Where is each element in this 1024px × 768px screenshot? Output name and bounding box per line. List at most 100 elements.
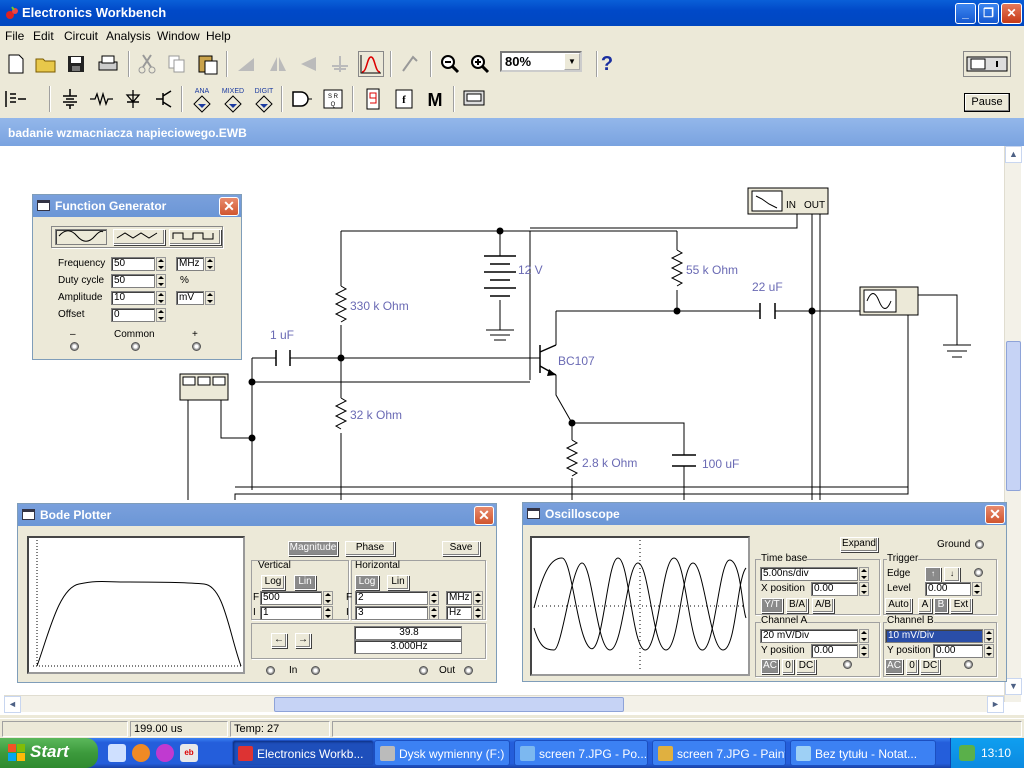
x-position-input[interactable]: 0.00: [811, 582, 858, 596]
analysis-graphs-icon[interactable]: [397, 51, 423, 77]
horizontal-final-input[interactable]: 2: [355, 591, 428, 605]
parts-bin-digital-icon[interactable]: S R Q: [320, 86, 346, 112]
channel-b-terminal[interactable]: [964, 660, 973, 669]
close-icon[interactable]: ✕: [474, 506, 494, 525]
parts-bin-logic-gates-icon[interactable]: [288, 86, 314, 112]
amplitude-unit-input[interactable]: mV: [176, 291, 204, 305]
x-position-stepper[interactable]: [859, 582, 869, 596]
ba-mode-button[interactable]: B/A: [786, 598, 808, 613]
vertical-scroll-thumb[interactable]: [1006, 341, 1021, 491]
channel-a-ypos-stepper[interactable]: [859, 644, 869, 658]
amplitude-input[interactable]: 10: [111, 291, 155, 305]
task-removable-disk[interactable]: Dysk wymienny (F:): [374, 740, 510, 766]
duty-cycle-stepper[interactable]: [156, 274, 166, 288]
sine-wave-button[interactable]: [55, 229, 107, 245]
task-notepad[interactable]: Bez tytułu - Notat...: [790, 740, 936, 766]
bode-plotter-icon[interactable]: IN OUT: [747, 187, 829, 215]
flip-vertical-icon[interactable]: [296, 51, 322, 77]
channel-b-zero-button[interactable]: 0: [906, 659, 918, 674]
trigger-a-button[interactable]: A: [918, 598, 932, 613]
expand-button[interactable]: Expand: [840, 537, 878, 552]
plus-terminal[interactable]: [192, 342, 201, 351]
quicklaunch-media-icon[interactable]: [156, 744, 174, 762]
level-stepper[interactable]: [972, 582, 982, 596]
trigger-ext-button[interactable]: Ext: [950, 598, 972, 613]
falling-edge-button[interactable]: ↓: [944, 567, 960, 582]
horizontal-initial-input[interactable]: 3: [355, 606, 428, 620]
task-paint[interactable]: screen 7.JPG - Paint: [652, 740, 786, 766]
horizontal-final-stepper[interactable]: [429, 591, 439, 605]
app-title-bar[interactable]: Electronics Workbench _ ❐ ✕: [0, 0, 1024, 26]
paste-icon[interactable]: [195, 51, 221, 77]
menu-help[interactable]: Help: [206, 29, 231, 43]
rising-edge-button[interactable]: ↑: [925, 567, 941, 582]
save-icon[interactable]: [63, 51, 89, 77]
cut-icon[interactable]: [134, 51, 160, 77]
yt-mode-button[interactable]: Y/T: [761, 598, 783, 613]
menu-analysis[interactable]: Analysis: [106, 29, 151, 43]
create-subcircuit-icon[interactable]: [358, 51, 384, 77]
save-button[interactable]: Save: [442, 541, 480, 556]
channel-a-ypos-input[interactable]: 0.00: [811, 644, 858, 658]
horizontal-final-unit-stepper[interactable]: [473, 591, 483, 605]
vertical-initial-input[interactable]: 1: [260, 606, 322, 620]
menu-circuit[interactable]: Circuit: [64, 29, 98, 43]
parts-bin-favorites-icon[interactable]: [3, 86, 29, 112]
trigger-b-button[interactable]: B: [934, 598, 948, 613]
close-button[interactable]: ✕: [1001, 3, 1022, 24]
flip-horizontal-icon[interactable]: [265, 51, 291, 77]
function-generator-titlebar[interactable]: Function Generator: [33, 195, 241, 217]
restore-button[interactable]: ❐: [978, 3, 999, 24]
horizontal-lin-button[interactable]: Lin: [387, 575, 409, 590]
function-generator-icon[interactable]: [179, 373, 229, 401]
close-icon[interactable]: ✕: [985, 505, 1005, 524]
frequency-stepper[interactable]: [156, 257, 166, 271]
minus-terminal[interactable]: [70, 342, 79, 351]
channel-b-ypos-stepper[interactable]: [984, 644, 994, 658]
channel-a-ac-button[interactable]: AC: [761, 659, 779, 674]
scroll-up-icon[interactable]: ▲: [1005, 146, 1022, 163]
trigger-terminal[interactable]: [974, 568, 983, 577]
vertical-lin-button[interactable]: Lin: [294, 575, 316, 590]
parts-bin-transistors-icon[interactable]: [151, 86, 177, 112]
channel-a-scale-input[interactable]: 20 mV/Div: [760, 629, 858, 643]
cursor-right-button[interactable]: →: [295, 633, 311, 648]
horizontal-initial-unit[interactable]: Hz: [446, 606, 472, 620]
parts-bin-digital-ics-icon[interactable]: DIGIT: [250, 85, 276, 113]
auto-trigger-button[interactable]: Auto: [885, 598, 912, 613]
rotate-icon[interactable]: [233, 51, 259, 77]
start-button[interactable]: Start: [0, 738, 98, 768]
phase-button[interactable]: Phase: [345, 541, 395, 556]
horizontal-scroll-thumb[interactable]: [274, 697, 624, 712]
parts-bin-instruments-icon[interactable]: [461, 86, 487, 112]
print-icon[interactable]: [95, 51, 121, 77]
oscilloscope-screen[interactable]: [530, 536, 750, 676]
horizontal-initial-unit-stepper[interactable]: [473, 606, 483, 620]
parts-bin-basic-icon[interactable]: [88, 86, 114, 112]
channel-b-ac-button[interactable]: AC: [885, 659, 903, 674]
offset-stepper[interactable]: [156, 308, 166, 322]
common-terminal[interactable]: [131, 342, 140, 351]
zoom-select[interactable]: 80% ▼: [500, 51, 582, 72]
power-switch-icon[interactable]: [963, 51, 1011, 77]
square-wave-button[interactable]: [169, 229, 221, 245]
oscilloscope-titlebar[interactable]: Oscilloscope: [523, 503, 1006, 525]
minimize-button[interactable]: _: [955, 3, 976, 24]
close-icon[interactable]: ✕: [219, 197, 239, 216]
magnitude-button[interactable]: Magnitude: [288, 541, 338, 556]
chevron-down-icon[interactable]: ▼: [564, 53, 580, 70]
offset-input[interactable]: 0: [111, 308, 155, 322]
out-minus-terminal[interactable]: [419, 666, 428, 675]
channel-a-dc-button[interactable]: DC: [796, 659, 816, 674]
parts-bin-miscellaneous-icon[interactable]: M: [422, 86, 448, 112]
in-plus-terminal[interactable]: [311, 666, 320, 675]
timebase-input[interactable]: 5.00ns/div: [760, 567, 858, 581]
quicklaunch-ebay-icon[interactable]: eb: [180, 744, 198, 762]
amplitude-unit-stepper[interactable]: [205, 291, 215, 305]
zoom-in-icon[interactable]: [467, 51, 493, 77]
channel-a-scale-stepper[interactable]: [859, 629, 869, 643]
bode-graph[interactable]: [27, 536, 245, 674]
vertical-log-button[interactable]: Log: [261, 575, 285, 590]
amplitude-stepper[interactable]: [156, 291, 166, 305]
zoom-out-icon[interactable]: [437, 51, 463, 77]
